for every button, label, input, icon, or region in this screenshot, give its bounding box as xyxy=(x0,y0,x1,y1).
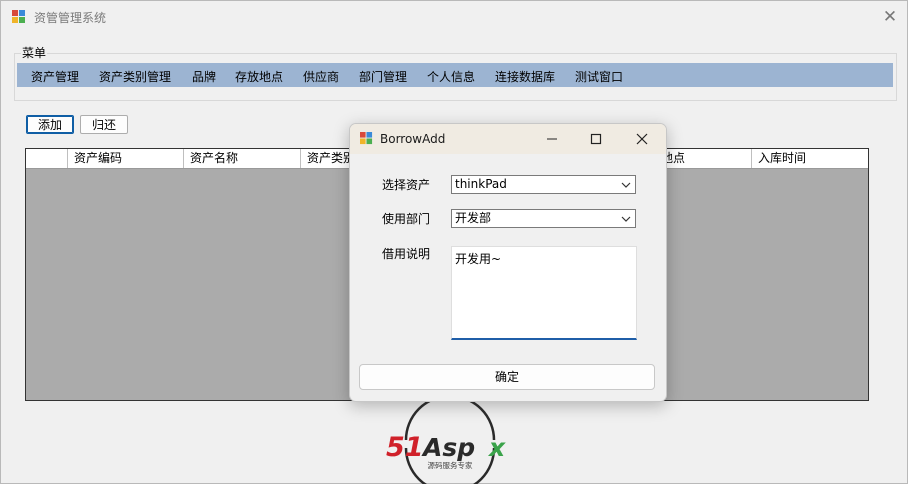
dialog-title: BorrowAdd xyxy=(380,132,446,146)
chevron-down-icon xyxy=(621,216,631,222)
department-select[interactable]: 开发部 xyxy=(451,209,636,228)
svg-text:x: x xyxy=(487,433,506,462)
asset-select[interactable]: thinkPad xyxy=(451,175,636,194)
department-select-label: 使用部门 xyxy=(382,212,431,226)
menu-item-personal-info[interactable]: 个人信息 xyxy=(427,68,475,85)
asset-select-value: thinkPad xyxy=(455,177,507,191)
menu-item-test-window[interactable]: 测试窗口 xyxy=(575,68,623,85)
column-header-location[interactable]: 地点 xyxy=(658,149,751,168)
svg-text:源码服务专家: 源码服务专家 xyxy=(428,460,473,470)
menu-item-asset-category[interactable]: 资产类别管理 xyxy=(99,68,171,85)
row-header-cell xyxy=(26,149,67,168)
menu-item-supplier[interactable]: 供应商 xyxy=(303,68,339,85)
minimize-icon[interactable] xyxy=(530,124,574,154)
menu-item-connect-db[interactable]: 连接数据库 xyxy=(495,68,555,85)
dialog-close-icon[interactable] xyxy=(620,124,664,154)
confirm-button[interactable]: 确定 xyxy=(359,364,655,390)
menubar: 资产管理 资产类别管理 品牌 存放地点 供应商 部门管理 个人信息 连接数据库 … xyxy=(17,63,893,87)
svg-text:51: 51 xyxy=(386,432,424,463)
borrow-note-label: 借用说明 xyxy=(382,247,431,261)
window-title: 资管管理系统 xyxy=(34,11,107,25)
51aspx-watermark-logo: 51 Asp x 源码服务专家 xyxy=(386,402,506,484)
menu-item-brand[interactable]: 品牌 xyxy=(192,68,216,85)
chevron-down-icon xyxy=(621,182,631,188)
menu-legend: 菜单 xyxy=(21,44,48,61)
asset-select-label: 选择资产 xyxy=(382,178,431,192)
menu-item-asset-management[interactable]: 资产管理 xyxy=(31,68,79,85)
dialog-titlebar[interactable]: BorrowAdd xyxy=(350,124,666,154)
column-header-asset-code[interactable]: 资产编码 xyxy=(67,149,183,168)
dialog-app-icon xyxy=(360,132,373,145)
department-select-value: 开发部 xyxy=(455,211,492,225)
close-icon[interactable]: ✕ xyxy=(879,6,901,28)
svg-text:Asp: Asp xyxy=(421,433,475,462)
add-button[interactable]: 添加 xyxy=(26,115,74,134)
borrow-add-dialog: BorrowAdd 选择资产 thinkPad 使用部门 开发部 借用说明 开发… xyxy=(349,123,667,402)
main-titlebar[interactable]: 资管管理系统 ✕ xyxy=(1,1,907,33)
maximize-icon[interactable] xyxy=(574,124,618,154)
app-icon xyxy=(12,10,25,23)
column-header-stock-in-time[interactable]: 入库时间 xyxy=(751,149,868,168)
borrow-note-textarea[interactable]: 开发用~ xyxy=(451,246,637,340)
menu-item-storage-location[interactable]: 存放地点 xyxy=(235,68,283,85)
return-button[interactable]: 归还 xyxy=(80,115,128,134)
menu-item-department[interactable]: 部门管理 xyxy=(359,68,407,85)
column-header-asset-name[interactable]: 资产名称 xyxy=(183,149,300,168)
